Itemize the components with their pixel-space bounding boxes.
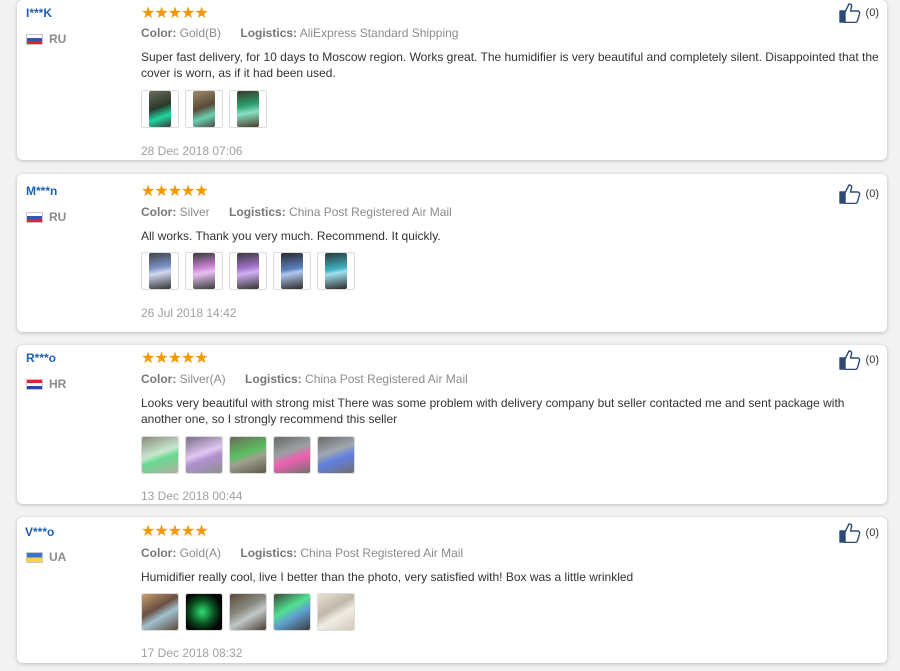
review-card: M***n RU ★★★★★ Color: Silver Logistics: … <box>17 174 887 332</box>
country-code: RU <box>49 32 67 46</box>
logistics-label: Logistics: <box>240 546 298 560</box>
review-photo[interactable] <box>229 593 267 631</box>
reviewer-country: RU <box>26 32 66 46</box>
star-rating: ★★★★★ <box>141 5 209 22</box>
review-photos <box>141 252 355 290</box>
review-card: V***o UA ★★★★★ Color: Gold(A) Logistics:… <box>17 517 887 663</box>
like-count: (0) <box>865 527 879 539</box>
review-photo[interactable] <box>229 436 267 474</box>
thumbs-up-icon <box>838 184 861 204</box>
review-photo[interactable] <box>273 593 311 631</box>
country-code: HR <box>49 377 67 391</box>
like-button[interactable]: (0) <box>838 184 879 204</box>
review-meta: Color: Gold(A) Logistics: China Post Reg… <box>141 546 463 560</box>
star-rating: ★★★★★ <box>141 350 209 367</box>
review-photo[interactable] <box>273 436 311 474</box>
review-text: All works. Thank you very much. Recommen… <box>141 229 441 243</box>
flag-icon <box>26 551 43 563</box>
like-count: (0) <box>865 354 879 366</box>
color-value: Gold(B) <box>179 26 222 40</box>
reviewer-name[interactable]: I***K <box>26 6 52 20</box>
review-text: Looks very beautiful with strong mist Th… <box>141 396 845 426</box>
review-photo[interactable] <box>317 593 355 631</box>
review-date: 26 Jul 2018 14:42 <box>141 306 237 320</box>
like-button[interactable]: (0) <box>838 350 879 370</box>
logistics-label: Logistics: <box>245 372 302 386</box>
like-count: (0) <box>865 188 879 200</box>
color-label: Color: <box>141 205 177 219</box>
review-meta: Color: Silver(A) Logistics: China Post R… <box>141 372 468 386</box>
color-label: Color: <box>141 372 177 386</box>
reviewer-country: HR <box>26 377 66 391</box>
review-photos <box>141 90 267 128</box>
review-photo[interactable] <box>229 90 267 128</box>
review-photo[interactable] <box>229 252 267 290</box>
flag-icon <box>26 378 43 390</box>
review-photo[interactable] <box>317 252 355 290</box>
color-label: Color: <box>141 546 177 560</box>
review-card: I***K RU ★★★★★ Color: Gold(B) Logistics:… <box>17 0 887 160</box>
reviewer-country: RU <box>26 210 66 224</box>
color-value: Silver <box>179 205 210 219</box>
logistics-label: Logistics: <box>229 205 286 219</box>
color-value: Gold(A) <box>179 546 222 560</box>
review-photo[interactable] <box>185 593 223 631</box>
review-text: Humidifier really cool, live I better th… <box>141 570 634 584</box>
flag-icon <box>26 211 43 223</box>
country-code: RU <box>49 210 67 224</box>
thumbs-up-icon <box>838 3 861 23</box>
color-label: Color: <box>141 26 177 40</box>
reviewer-name[interactable]: R***o <box>26 351 56 365</box>
like-count: (0) <box>865 7 879 19</box>
review-photo[interactable] <box>185 90 223 128</box>
logistics-value: China Post Registered Air Mail <box>305 372 468 386</box>
review-photo[interactable] <box>185 436 223 474</box>
review-meta: Color: Silver Logistics: China Post Regi… <box>141 205 452 219</box>
review-photo[interactable] <box>317 436 355 474</box>
star-rating: ★★★★★ <box>141 523 209 540</box>
country-code: UA <box>49 550 67 564</box>
review-photo[interactable] <box>141 252 179 290</box>
reviewer-name[interactable]: V***o <box>25 525 54 539</box>
reviewer-country: UA <box>26 550 66 564</box>
thumbs-up-icon <box>838 350 861 370</box>
review-date: 28 Dec 2018 07:06 <box>141 144 243 158</box>
review-photo[interactable] <box>273 252 311 290</box>
flag-icon <box>26 33 43 45</box>
like-button[interactable]: (0) <box>838 3 879 23</box>
review-card: R***o HR ★★★★★ Color: Silver(A) Logistic… <box>17 345 887 504</box>
review-text: Super fast delivery, for 10 days to Mosc… <box>141 50 879 80</box>
review-photo[interactable] <box>185 252 223 290</box>
star-rating: ★★★★★ <box>141 183 209 200</box>
review-photo[interactable] <box>141 436 179 474</box>
review-date: 13 Dec 2018 00:44 <box>141 489 243 503</box>
review-photos <box>141 436 355 474</box>
review-meta: Color: Gold(B) Logistics: AliExpress Sta… <box>141 26 458 40</box>
logistics-value: China Post Registered Air Mail <box>300 546 464 560</box>
logistics-label: Logistics: <box>240 26 298 40</box>
like-button[interactable]: (0) <box>838 523 879 543</box>
review-date: 17 Dec 2018 08:32 <box>141 646 243 660</box>
thumbs-up-icon <box>838 523 861 543</box>
review-photo[interactable] <box>141 593 179 631</box>
logistics-value: AliExpress Standard Shipping <box>299 26 459 40</box>
review-photo[interactable] <box>141 90 179 128</box>
color-value: Silver(A) <box>179 372 226 386</box>
reviewer-name[interactable]: M***n <box>26 184 57 198</box>
review-photos <box>141 593 355 631</box>
logistics-value: China Post Registered Air Mail <box>289 205 452 219</box>
